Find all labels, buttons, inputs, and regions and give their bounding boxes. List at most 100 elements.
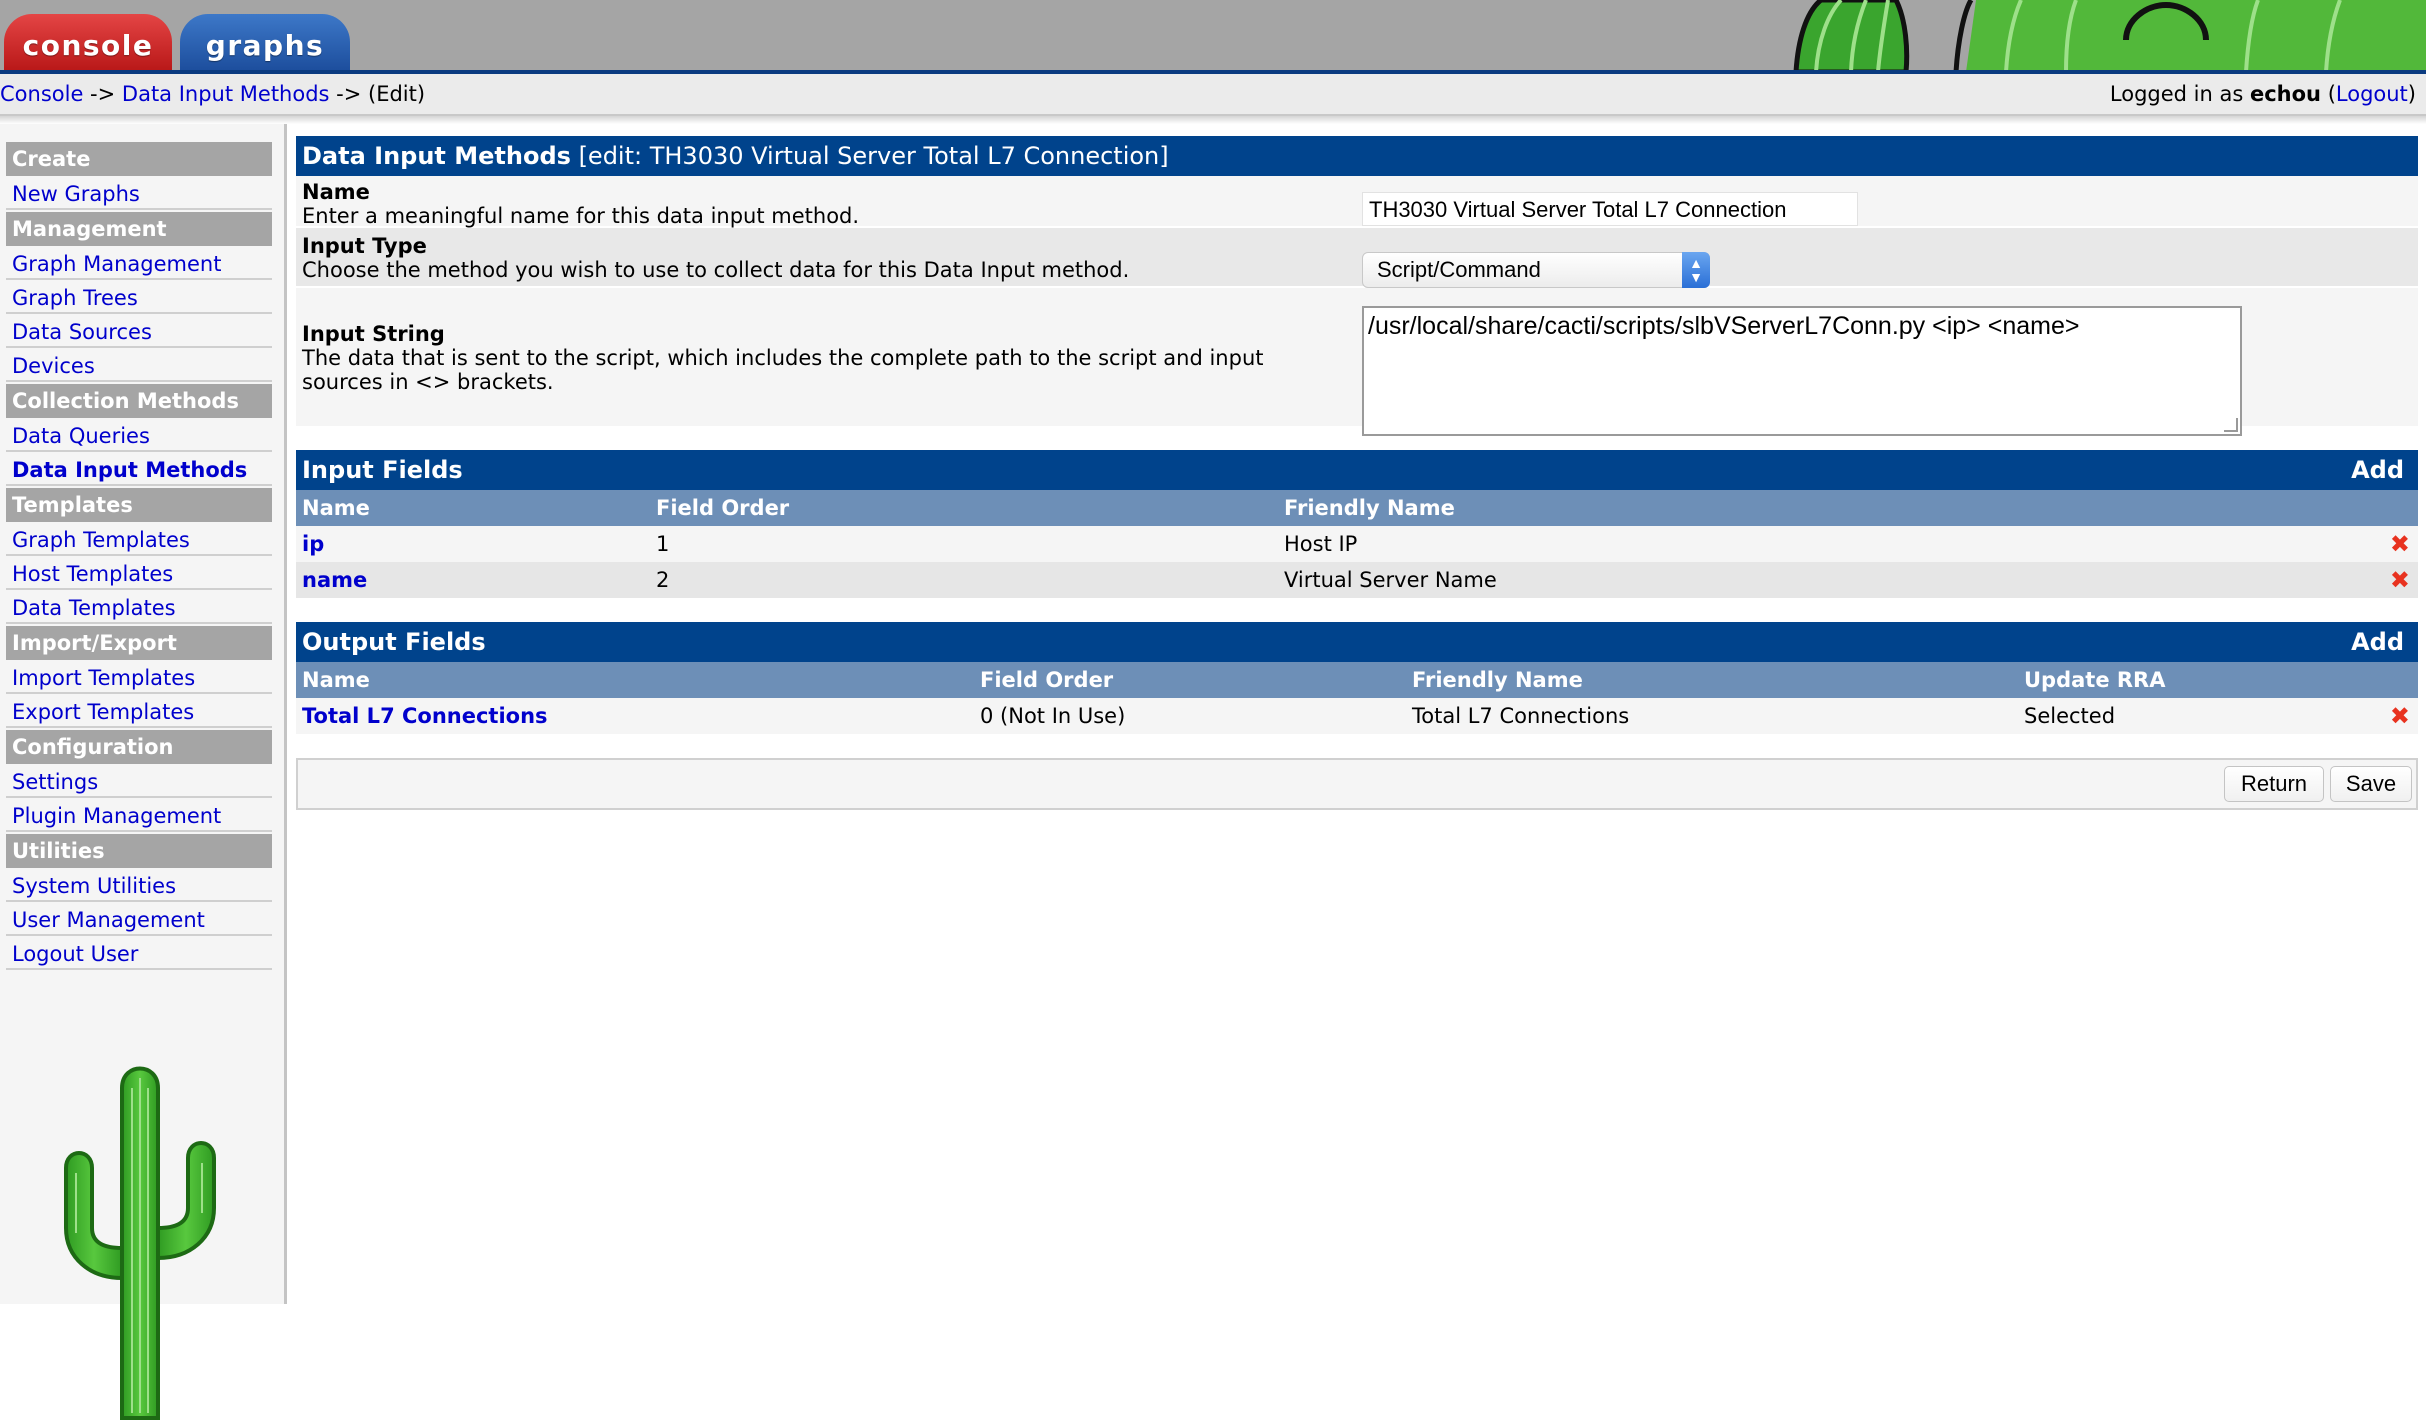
logout-link[interactable]: Logout	[2336, 82, 2408, 106]
input-fields-column-headers: Name Field Order Friendly Name	[296, 490, 2418, 526]
sidebar-section-templates: Templates	[6, 488, 272, 522]
sidebar-item-logout-user[interactable]: Logout User	[6, 936, 272, 970]
sidebar-item-host-templates[interactable]: Host Templates	[6, 556, 272, 590]
sidebar-item-data-templates[interactable]: Data Templates	[6, 590, 272, 624]
sidebar-item-import-templates[interactable]: Import Templates	[6, 660, 272, 694]
input-field-friendly-name: Host IP	[1284, 532, 1358, 556]
column-header-field-order: Field Order	[656, 496, 790, 520]
main-content: Data Input Methods [edit: TH3030 Virtual…	[296, 136, 2418, 810]
tab-graphs[interactable]: graphs	[180, 14, 350, 72]
column-header-field-order: Field Order	[980, 668, 1114, 692]
output-field-name-link[interactable]: Total L7 Connections	[302, 698, 548, 734]
sidebar-section-import-export: Import/Export	[6, 626, 272, 660]
return-button[interactable]: Return	[2224, 766, 2324, 802]
cactus-logo	[64, 1066, 216, 1420]
output-fields-title: Output Fields	[302, 628, 486, 656]
sidebar-menu: Create New Graphs Management Graph Manag…	[6, 140, 272, 970]
sidebar-item-new-graphs[interactable]: New Graphs	[6, 176, 272, 210]
sidebar-section-create: Create	[6, 142, 272, 176]
input-field-name-link[interactable]: name	[302, 562, 367, 598]
sidebar-item-settings[interactable]: Settings	[6, 764, 272, 798]
sidebar-item-graph-trees[interactable]: Graph Trees	[6, 280, 272, 314]
column-header-friendly-name: Friendly Name	[1412, 668, 1583, 692]
output-field-update-rra: Selected	[2024, 704, 2116, 728]
breadcrumb-data-input-methods[interactable]: Data Input Methods	[122, 82, 330, 106]
column-header-update-rra: Update RRA	[2024, 668, 2166, 692]
input-fields-header: Input Fields Add	[296, 450, 2418, 490]
breadcrumb-separator: ->	[83, 82, 122, 106]
resize-grip-icon[interactable]	[2224, 418, 2238, 432]
delete-x-icon[interactable]: ✖	[2390, 526, 2410, 562]
delete-x-icon[interactable]: ✖	[2390, 562, 2410, 598]
sidebar-section-configuration: Configuration	[6, 730, 272, 764]
breadcrumb: Console -> Data Input Methods -> (Edit)	[0, 74, 425, 114]
column-header-name: Name	[302, 496, 370, 520]
input-fields-title: Input Fields	[302, 456, 463, 484]
login-status: Logged in as echou (Logout)	[2110, 74, 2416, 114]
select-updown-icon: ▲ ▼	[1682, 252, 1710, 288]
login-open-paren: (	[2321, 82, 2336, 106]
table-row: Total L7 Connections 0 (Not In Use) Tota…	[296, 698, 2418, 734]
output-field-friendly-name: Total L7 Connections	[1412, 704, 1630, 728]
tab-console[interactable]: console	[4, 14, 172, 72]
breadcrumb-bar: Console -> Data Input Methods -> (Edit) …	[0, 74, 2426, 116]
login-prefix: Logged in as	[2109, 82, 2250, 106]
input-string-description: The data that is sent to the script, whi…	[302, 346, 1264, 394]
input-fields-add-link[interactable]: Add	[2351, 450, 2404, 490]
name-input[interactable]: TH3030 Virtual Server Total L7 Connectio…	[1362, 192, 1858, 226]
input-field-name-link[interactable]: ip	[302, 526, 324, 562]
column-header-name: Name	[302, 668, 370, 692]
table-row: name 2 Virtual Server Name ✖	[296, 562, 2418, 598]
sidebar-item-plugin-management[interactable]: Plugin Management	[6, 798, 272, 832]
sidebar-item-export-templates[interactable]: Export Templates	[6, 694, 272, 728]
sidebar-section-utilities: Utilities	[6, 834, 272, 868]
sidebar-section-management: Management	[6, 212, 272, 246]
column-header-friendly-name: Friendly Name	[1284, 496, 1455, 520]
sidebar-item-system-utilities[interactable]: System Utilities	[6, 868, 272, 902]
output-fields-column-headers: Name Field Order Friendly Name Update RR…	[296, 662, 2418, 698]
sidebar-item-data-sources[interactable]: Data Sources	[6, 314, 272, 348]
input-string-label: Input String	[302, 322, 445, 346]
sidebar-item-graph-management[interactable]: Graph Management	[6, 246, 272, 280]
input-string-textarea[interactable]: /usr/local/share/cacti/scripts/slbVServe…	[1362, 306, 2242, 436]
input-field-order: 1	[656, 532, 670, 556]
login-username: echou	[2249, 82, 2322, 106]
input-type-row: Input Type Choose the method you wish to…	[296, 228, 2418, 288]
output-fields-add-link[interactable]: Add	[2351, 622, 2404, 662]
form-title: Data Input Methods	[302, 142, 571, 170]
login-close-paren: )	[2407, 82, 2416, 106]
form-subtitle: [edit: TH3030 Virtual Server Total L7 Co…	[578, 142, 1169, 170]
breadcrumb-separator: ->	[329, 82, 369, 106]
name-label: Name	[302, 180, 370, 204]
breadcrumb-console[interactable]: Console	[0, 82, 83, 106]
input-type-select[interactable]: Script/Command ▲ ▼	[1362, 252, 1710, 288]
sidebar-item-devices[interactable]: Devices	[6, 348, 272, 382]
input-string-value: /usr/local/share/cacti/scripts/slbVServe…	[1368, 312, 2080, 340]
breadcrumb-current: (Edit)	[368, 82, 426, 106]
delete-x-icon[interactable]: ✖	[2390, 698, 2410, 734]
button-bar: Return Save	[296, 758, 2418, 810]
name-description: Enter a meaningful name for this data in…	[302, 204, 860, 228]
sidebar: Create New Graphs Management Graph Manag…	[0, 124, 287, 1420]
save-button[interactable]: Save	[2330, 766, 2412, 802]
output-field-order: 0 (Not In Use)	[980, 704, 1126, 728]
input-type-label: Input Type	[302, 234, 427, 258]
sidebar-item-user-management[interactable]: User Management	[6, 902, 272, 936]
sidebar-section-collection-methods: Collection Methods	[6, 384, 272, 418]
output-fields-header: Output Fields Add	[296, 622, 2418, 662]
sidebar-item-data-queries[interactable]: Data Queries	[6, 418, 272, 452]
input-field-friendly-name: Virtual Server Name	[1284, 568, 1497, 592]
sidebar-item-data-input-methods[interactable]: Data Input Methods	[6, 452, 272, 486]
cactus-banner-image	[1646, 0, 2426, 72]
top-bar: console graphs	[0, 0, 2426, 72]
input-type-selected: Script/Command	[1377, 257, 1541, 282]
form-header: Data Input Methods [edit: TH3030 Virtual…	[296, 136, 2418, 176]
table-row: ip 1 Host IP ✖	[296, 526, 2418, 562]
sidebar-item-graph-templates[interactable]: Graph Templates	[6, 522, 272, 556]
input-field-order: 2	[656, 568, 670, 592]
name-row: Name Enter a meaningful name for this da…	[296, 176, 2418, 228]
header-shadow	[0, 116, 2426, 124]
input-type-description: Choose the method you wish to use to col…	[302, 258, 1130, 282]
